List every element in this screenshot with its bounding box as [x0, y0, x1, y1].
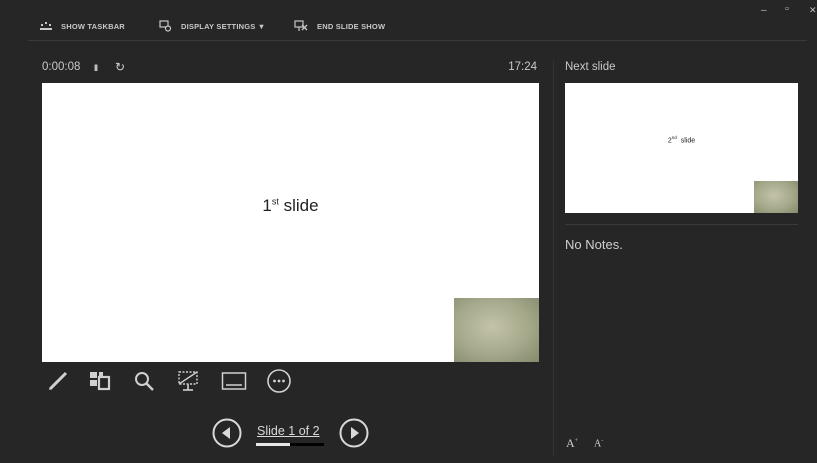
black-screen-button[interactable]	[174, 370, 202, 396]
next-slide-preview[interactable]: 2nd slide	[565, 83, 798, 213]
next-slide-button[interactable]	[339, 418, 369, 448]
previous-icon	[212, 418, 242, 452]
pen-tool-button[interactable]	[44, 370, 72, 396]
end-show-icon	[294, 20, 308, 32]
all-slides-icon	[88, 370, 112, 397]
increase-font-button[interactable]: A+	[566, 436, 578, 451]
see-all-slides-button[interactable]	[86, 370, 114, 396]
next-icon	[339, 418, 369, 452]
subtitles-icon	[221, 371, 247, 396]
taskbar-icon	[40, 21, 52, 31]
decrease-font-button[interactable]: A-	[594, 438, 603, 449]
pen-icon	[47, 370, 69, 397]
display-settings-icon	[159, 20, 172, 32]
black-screen-icon	[176, 369, 200, 398]
more-options-icon	[266, 368, 292, 399]
minimize-button[interactable]: –	[761, 5, 767, 16]
end-slide-show-button[interactable]: END SLIDE SHOW	[294, 14, 385, 38]
display-settings-label: DISPLAY SETTINGS ▼	[181, 21, 266, 31]
zoom-button[interactable]	[130, 370, 158, 396]
next-slide-image	[754, 181, 798, 213]
speaker-notes: No Notes.	[565, 237, 623, 252]
toolbar-divider	[28, 40, 807, 41]
slide-counter[interactable]: Slide 1 of 2	[257, 424, 320, 438]
pause-timer-button[interactable]: II	[94, 63, 98, 73]
next-slide-text: 2nd slide	[667, 135, 696, 145]
previous-slide-button[interactable]	[212, 418, 242, 448]
show-taskbar-button[interactable]: SHOW TASKBAR	[40, 14, 125, 38]
slide-progress-bar	[256, 443, 324, 446]
close-button[interactable]: ✕	[809, 5, 817, 16]
show-taskbar-label: SHOW TASKBAR	[61, 21, 125, 31]
zoom-icon	[133, 370, 155, 397]
current-time: 17:24	[508, 61, 537, 73]
panel-divider	[553, 60, 554, 456]
display-settings-button[interactable]: DISPLAY SETTINGS ▼	[159, 14, 265, 38]
slide-progress-fill	[256, 443, 290, 446]
restore-button[interactable]: ▫	[785, 3, 789, 15]
more-options-button[interactable]	[265, 368, 293, 399]
slide-image	[454, 298, 539, 362]
elapsed-timer: 0:00:08	[42, 61, 81, 73]
subtitles-button[interactable]	[220, 370, 248, 396]
next-slide-label: Next slide	[565, 61, 616, 73]
current-slide-text: 1st slide	[262, 196, 319, 215]
current-slide[interactable]: 1st slide	[42, 83, 539, 362]
notes-divider	[565, 224, 798, 225]
reset-timer-button[interactable]: ↻	[115, 60, 125, 74]
end-slide-show-label: END SLIDE SHOW	[317, 21, 386, 31]
